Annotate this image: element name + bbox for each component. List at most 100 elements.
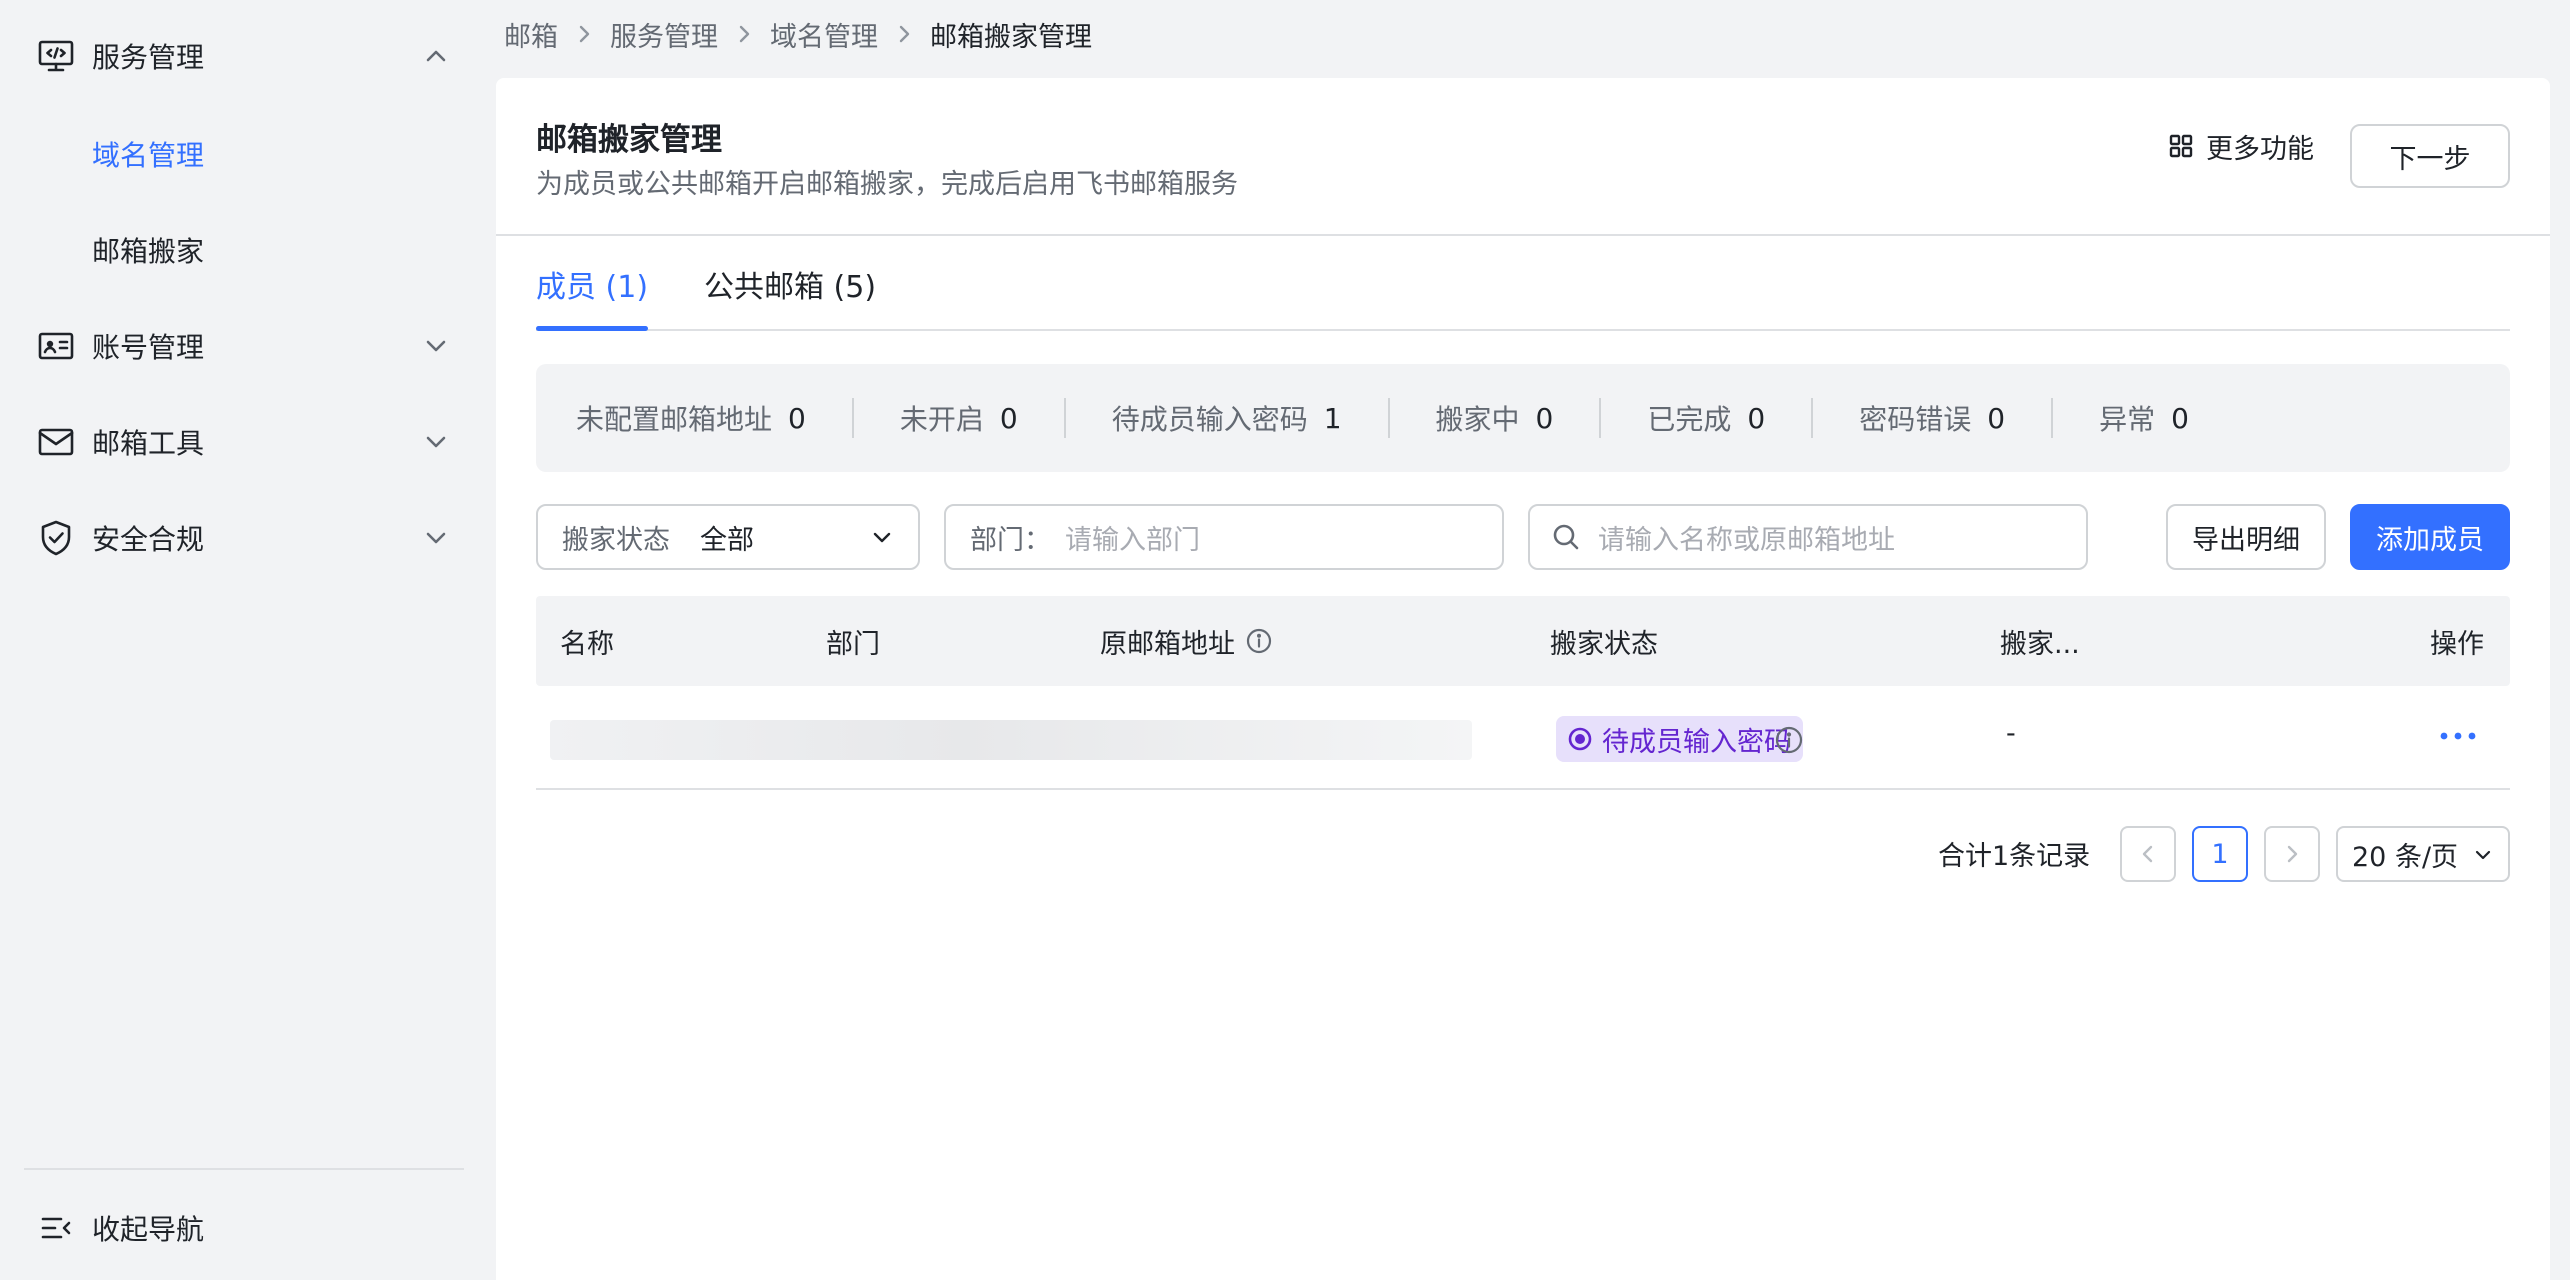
next-step-button[interactable]: 下一步 [2350,124,2510,188]
stat-divider [1063,398,1066,438]
column-header-label: 部门 [826,628,880,660]
stat-value: 0 [1535,401,1554,435]
add-member-button[interactable]: 添加成员 [2350,504,2510,570]
more-features-button[interactable]: 更多功能 [2166,122,2314,170]
page-number-button[interactable]: 1 [2192,826,2248,882]
column-header-actions: 操作 [2430,596,2484,686]
stat-divider [1811,398,1814,438]
status-summary-bar: 未配置邮箱地址 0 未开启 0 待成员输入密码 1 搬家中 0 已完成 0 密码… [536,364,2510,472]
mail-icon [36,422,76,462]
main-panel: 邮箱搬家管理 为成员或公共邮箱开启邮箱搬家，完成后启用飞书邮箱服务 更多功能 下… [496,78,2550,1280]
search-input[interactable]: 请输入名称或原邮箱地址 [1528,504,2088,570]
sidebar-item-mailbox-migration[interactable]: 邮箱搬家 [24,210,460,290]
collapse-nav-icon [36,1208,76,1248]
department-input[interactable]: 部门： 请输入部门 [944,504,1504,570]
status-badge-label: 待成员输入密码 [1602,726,1791,758]
stat-value: 0 [1987,401,2006,435]
nav-group-label: 安全合规 [92,523,205,556]
status-dot-icon [1568,727,1592,751]
breadcrumb-item[interactable]: 邮箱 [504,15,558,54]
header-divider [496,234,2550,236]
grid-icon [2166,131,2196,161]
select-value: 全部 [700,524,754,556]
stat-not-enabled[interactable]: 未开启 0 [900,398,1018,438]
next-page-button[interactable] [2264,826,2320,882]
nav-group-mailbox-tools[interactable]: 邮箱工具 [24,402,460,482]
column-header-migration-status: 搬家状态 [1550,596,1658,686]
stat-label: 密码错误 [1859,403,1972,436]
input-prefix: 部门： [970,524,1051,556]
stat-label: 待成员输入密码 [1111,403,1308,436]
page-size-select[interactable]: 20 条/页 [2336,826,2510,882]
input-placeholder: 请输入部门 [1065,524,1200,556]
more-actions-icon[interactable] [2430,714,2486,758]
stat-divider [1387,398,1390,438]
tab-divider [536,329,2510,331]
monitor-code-icon [36,36,76,76]
stat-abnormal[interactable]: 异常 0 [2099,398,2189,438]
breadcrumb-item[interactable]: 服务管理 [610,15,718,54]
chevron-right-icon [570,20,598,48]
breadcrumb-item[interactable]: 域名管理 [770,15,878,54]
column-header-label: 操作 [2430,628,2484,660]
page-title: 邮箱搬家管理 [536,122,722,158]
breadcrumb-current: 邮箱搬家管理 [930,21,1092,53]
chevron-left-icon [2135,841,2161,867]
stat-value: 0 [1747,401,1766,435]
stat-completed[interactable]: 已完成 0 [1647,398,1765,438]
column-header-original-email: 原邮箱地址 [1100,596,1273,686]
chevron-down-icon [2470,842,2496,868]
chevron-right-icon [890,20,918,48]
migration-cell: - [2006,718,2016,749]
stat-label: 搬家中 [1435,403,1520,436]
status-badge: 待成员输入密码 [1556,716,1803,762]
id-card-icon [36,326,76,366]
stat-label: 未配置邮箱地址 [576,403,773,436]
nav-group-label: 账号管理 [92,331,205,364]
stat-label: 异常 [2099,403,2156,436]
table-header: 名称 部门 原邮箱地址 搬家状态 搬家... 操作 [536,596,2510,686]
stat-unconfigured[interactable]: 未配置邮箱地址 0 [576,398,806,438]
select-prefix: 搬家状态 [562,524,670,556]
nav-group-service-management[interactable]: 服务管理 [24,16,460,96]
page-description: 为成员或公共邮箱开启邮箱搬家，完成后启用飞书邮箱服务 [536,169,1238,200]
stat-value: 1 [1323,401,1342,435]
sidebar-item-domain-management[interactable]: 域名管理 [24,114,460,194]
stat-value: 0 [2171,401,2189,435]
chevron-right-icon [730,20,758,48]
stat-divider [1599,398,1602,438]
collapse-nav-button[interactable]: 收起导航 [24,1188,460,1268]
info-icon[interactable] [1774,725,1804,755]
nav-group-label: 服务管理 [92,41,205,74]
tab-public-mailboxes[interactable]: 公共邮箱 (5) [704,262,876,306]
stat-value: 0 [999,401,1018,435]
active-tab-indicator [536,326,648,331]
stat-label: 未开启 [899,403,984,436]
migration-status-select[interactable]: 搬家状态 全部 [536,504,920,570]
collapse-nav-label: 收起导航 [92,1213,205,1246]
chevron-down-icon [866,521,898,553]
prev-page-button[interactable] [2120,826,2176,882]
row-divider [536,788,2510,790]
shield-check-icon [36,518,76,558]
export-details-button[interactable]: 导出明细 [2166,504,2326,570]
column-header-department: 部门 [826,596,880,686]
chevron-down-icon [418,328,454,364]
stat-password-error[interactable]: 密码错误 0 [1859,398,2005,438]
nav-group-security-compliance[interactable]: 安全合规 [24,498,460,578]
info-icon[interactable] [1245,627,1273,655]
tab-members[interactable]: 成员 (1) [536,262,648,306]
sidebar-divider [24,1168,464,1170]
column-header-label: 名称 [560,628,614,660]
sidebar: 服务管理 域名管理 邮箱搬家 账号管理 邮箱工具 安全合规 收起导航 [0,0,492,1280]
page-size-value: 20 条/页 [2352,841,2459,873]
stat-value: 0 [788,401,806,435]
column-header-migration-truncated: 搬家... [2000,596,2080,686]
column-header-label: 搬家状态 [1550,628,1658,660]
stat-label: 已完成 [1647,403,1732,436]
column-header-label: 搬家... [2000,628,2080,660]
nav-group-account-management[interactable]: 账号管理 [24,306,460,386]
chevron-down-icon [418,424,454,460]
stat-awaiting-password[interactable]: 待成员输入密码 1 [1112,398,1342,438]
stat-migrating[interactable]: 搬家中 0 [1436,398,1554,438]
